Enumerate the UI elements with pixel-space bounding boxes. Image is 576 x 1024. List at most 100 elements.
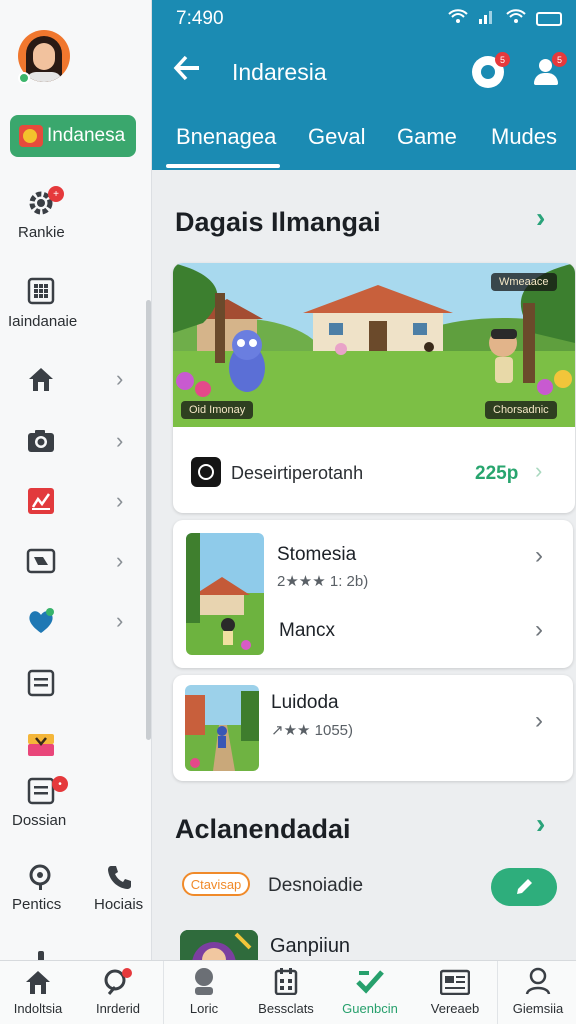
chevron-right-icon[interactable]: › [535,707,543,735]
tab-geval[interactable]: Geval [308,124,365,150]
nav-item-besscla[interactable]: Bessclats [248,961,324,1024]
list-item[interactable]: Luidoda ↗★★ 1055) › [173,675,573,781]
notification-badge: + [48,186,64,202]
banner-tag-left: Oid Imonay [181,401,254,419]
chevron-right-icon: › [116,366,124,391]
item-rating: ↗★★ 1055) [271,722,353,739]
game-price: 225p [475,463,519,484]
recommendation-description: Desnoiadie [268,875,364,896]
sidebar-scrollbar[interactable] [146,300,151,740]
chevron-right-icon[interactable]: › [535,616,543,644]
flag-icon [19,125,43,147]
flag-icon [26,730,56,760]
page-title: Indaresia [232,59,327,85]
sidebar-item-label: Iaindanaie [8,313,78,330]
sidebar-item-chart[interactable]: › [0,484,150,520]
nav-item-inrderid[interactable]: Inrderid [78,961,158,1024]
nav-item-guenbcin[interactable]: Guenbcin [330,961,410,1024]
search-icon [26,862,56,892]
chevron-right-icon: › [116,548,124,573]
game-banner-image[interactable]: Oid Imonay Chorsadnic Wmeaace [173,263,575,427]
sidebar-item-label: Rankie [18,224,65,241]
sidebar-item-document[interactable] [0,666,150,702]
more-icon [26,944,56,960]
chevron-right-icon: › [116,608,124,633]
phone-icon [104,862,134,892]
chevron-right-icon[interactable]: › [536,808,545,840]
newspaper-icon [440,961,470,995]
list-item[interactable]: Stomesia 2★★★ 1: 2b) Mancx › › [173,520,573,668]
nav-item-loric[interactable]: Loric [168,961,240,1024]
notification-badge: • [52,776,68,792]
active-tab-indicator [166,164,280,168]
item-title: Stomesia [277,544,357,565]
check-icon [355,961,385,995]
game-thumbnail [186,533,264,655]
sidebar-item-label: Pentics [12,896,62,913]
sidebar-item-favorites[interactable]: › [0,604,150,640]
sidebar-item-hociais[interactable]: Hociais [76,860,150,920]
search-icon [103,961,133,995]
sidebar-item-camera[interactable]: › [0,424,150,460]
section-title: Dagais Ilmangai [175,207,381,237]
item-title: Luidoda [271,692,339,713]
media-icon [26,546,56,576]
nav-item-giemsiia[interactable]: Giemsiia [500,961,576,1024]
sidebar-item-rankie[interactable]: + Rankie [0,184,150,244]
tab-bar: Bnenagea Geval Game Mudes [152,118,576,170]
nav-item-vereaeb[interactable]: Vereaeb [416,961,494,1024]
nav-label: Indoltsia [13,1001,63,1016]
nav-divider [497,961,498,1024]
nav-item-indoltsia[interactable]: Indoltsia [0,961,76,1024]
game-logo-icon [191,457,221,487]
wifi-icon [448,8,468,29]
online-status-icon [18,72,30,84]
sidebar: Indanesa + Rankie Iaindanaie › › › › › •… [0,0,152,960]
nav-divider [163,961,164,1024]
nav-label: Inrderid [95,1001,141,1016]
game-thumbnail [185,685,259,771]
sidebar-item-label: Dossian [12,812,67,829]
profile-icon [525,961,551,995]
chart-icon [26,486,56,516]
item-title: Ganpiiun [270,935,351,957]
heart-shield-icon [26,606,56,636]
chevron-right-icon[interactable]: › [535,458,542,484]
section-title: Aclanendadai [175,814,351,844]
sidebar-item-home[interactable]: › [0,362,150,398]
game-description: Deseirtiperotanh [231,463,364,483]
sidebar-item-dossian[interactable]: • Dossian [0,772,150,832]
back-arrow-icon[interactable] [172,54,202,90]
chevron-right-icon: › [116,488,124,513]
grid-icon [26,276,56,306]
sidebar-item-flag[interactable] [0,728,150,764]
chevron-right-icon[interactable]: › [535,542,543,570]
home-icon [26,364,56,394]
chevron-right-icon: › [116,428,124,453]
app-header: 7:490 Indaresia 5 5 Bnenagea Geval Game … [152,0,576,170]
sidebar-item-media[interactable]: › [0,544,150,580]
tab-game[interactable]: Game [397,124,457,150]
status-icons [448,8,562,29]
chevron-right-icon[interactable]: › [536,202,545,234]
category-tag[interactable]: Ctavisap [182,872,250,896]
sidebar-item-label: Hociais [94,896,144,913]
tab-mudes[interactable]: Mudes [491,124,557,150]
language-selector[interactable]: Indanesa [10,115,136,157]
signal-icon [478,8,496,29]
notification-badge: 5 [495,52,510,67]
avatar-icon [191,961,217,995]
banner-tag-right: Chorsadnic [485,401,557,419]
tab-bnenagea[interactable]: Bnenagea [176,124,276,150]
home-icon [24,961,52,995]
edit-button[interactable] [491,868,557,906]
sidebar-item-pentics[interactable]: Pentics [0,860,76,920]
item-rating: 2★★★ 1: 2b) [277,573,369,590]
camera-icon [26,426,56,456]
item-subtitle: Mancx [279,620,335,641]
sidebar-item-iaindanaie[interactable]: Iaindanaie [0,274,150,334]
status-time: 7:490 [176,8,224,29]
pencil-icon [517,879,532,894]
wifi-icon [506,8,526,29]
nav-label: Guenbcin [342,1001,398,1016]
